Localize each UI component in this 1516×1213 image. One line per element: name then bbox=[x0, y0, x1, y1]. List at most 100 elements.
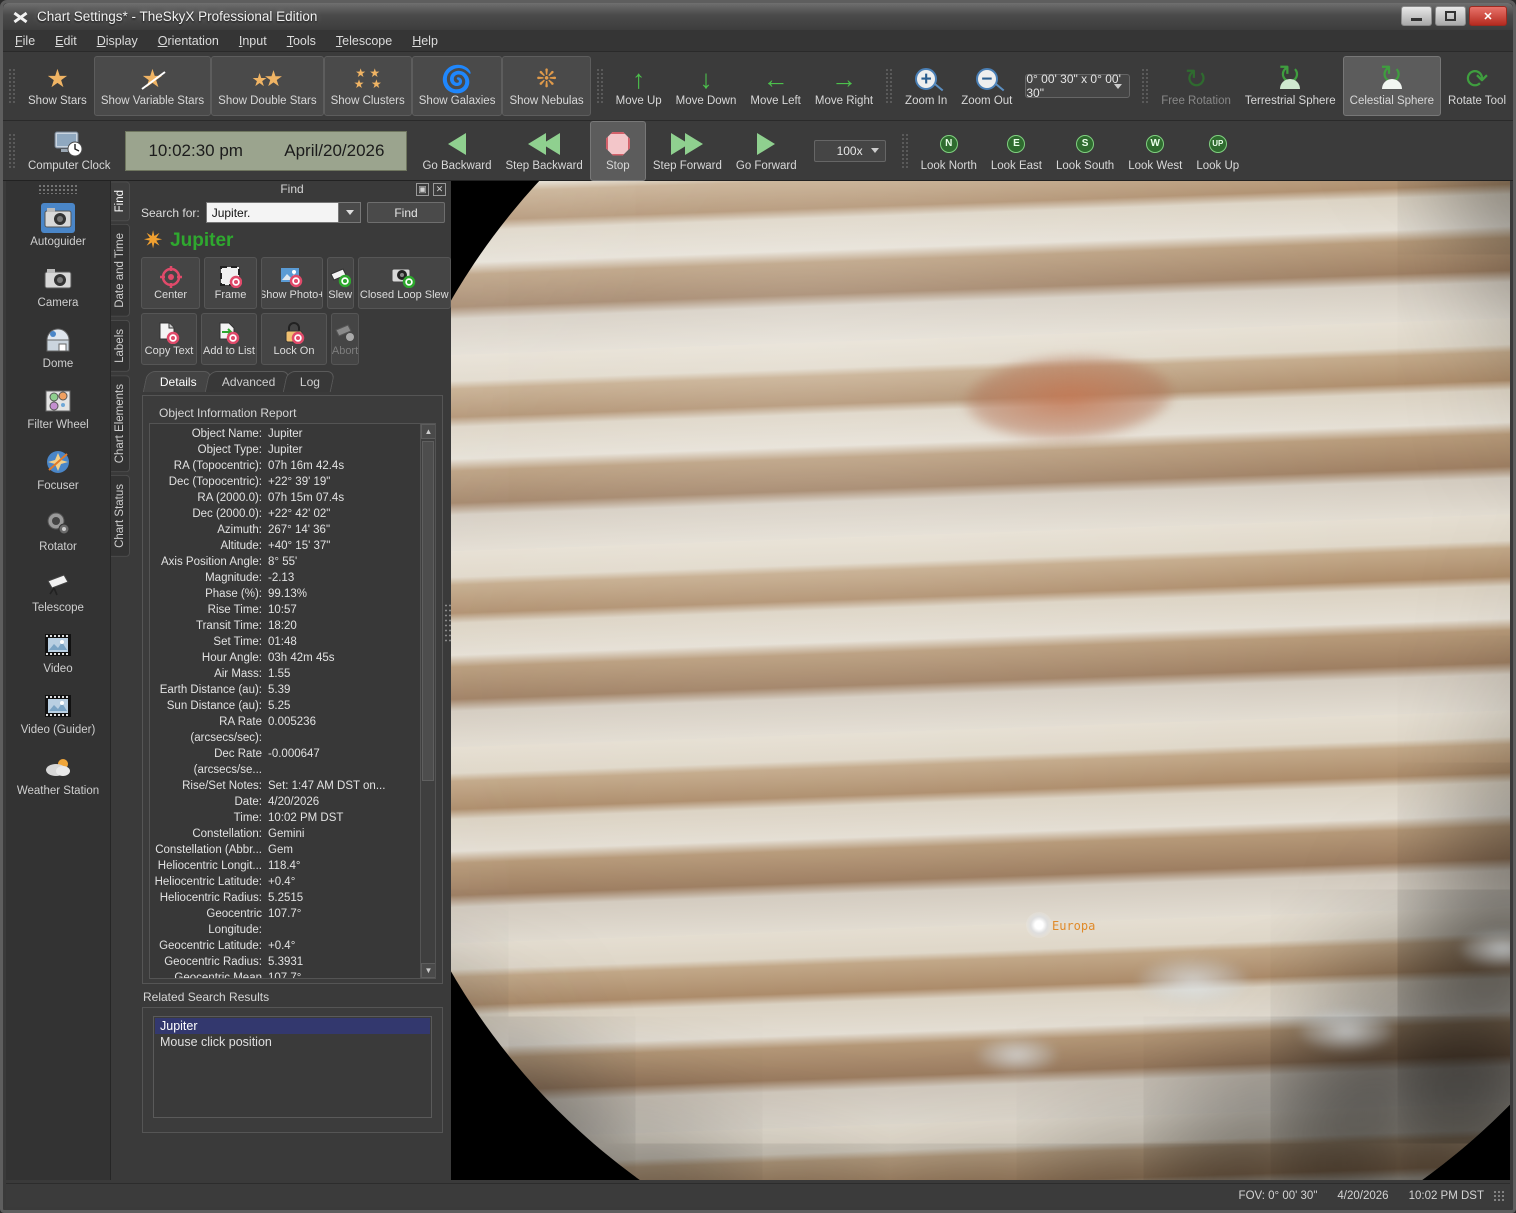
computer-clock-button[interactable]: Computer Clock bbox=[21, 121, 117, 181]
look-button-w[interactable]: W Look West bbox=[1121, 121, 1189, 181]
tab-advanced[interactable]: Advanced bbox=[204, 371, 291, 392]
transport-go-forward[interactable]: Go Forward bbox=[729, 121, 804, 181]
report-row[interactable]: Geocentric Radius: 5.3931 bbox=[150, 954, 419, 970]
report-row[interactable]: Azimuth: 267° 14' 36" bbox=[150, 522, 419, 538]
action-center-button[interactable]: Center bbox=[141, 257, 201, 309]
sidebar-item-video-guider-[interactable]: Video (Guider) bbox=[6, 684, 110, 745]
report-row[interactable]: Dec (Topocentric): +22° 39' 19" bbox=[150, 474, 419, 490]
report-scrollbar[interactable]: ▲ ▼ bbox=[420, 424, 435, 978]
report-row[interactable]: Time: 10:02 PM DST bbox=[150, 810, 419, 826]
report-row[interactable]: Hour Angle: 03h 42m 45s bbox=[150, 650, 419, 666]
toolbar-grip-objects[interactable] bbox=[8, 68, 16, 104]
sidebar-item-rotator[interactable]: Rotator bbox=[6, 501, 110, 562]
report-row[interactable]: Transit Time: 18:20 bbox=[150, 618, 419, 634]
report-row[interactable]: Rise Time: 10:57 bbox=[150, 602, 419, 618]
menu-display[interactable]: Display bbox=[97, 34, 138, 48]
transport-go-backward[interactable]: Go Backward bbox=[415, 121, 498, 181]
scroll-down-button[interactable]: ▼ bbox=[421, 963, 435, 978]
dock-tab-chart-status[interactable]: Chart Status bbox=[111, 475, 130, 558]
find-button[interactable]: Find bbox=[367, 202, 445, 223]
toolbar-button-move-down[interactable]: ↓ Move Down bbox=[669, 56, 744, 116]
action-closed-loop-slew-button[interactable]: Closed Loop Slew bbox=[357, 257, 451, 309]
report-row[interactable]: Geocentric Longitude: 107.7° bbox=[150, 906, 419, 938]
report-row[interactable]: Constellation: Gemini bbox=[150, 826, 419, 842]
result-item[interactable]: Jupiter bbox=[155, 1018, 430, 1034]
report-row[interactable]: Dec (2000.0): +22° 42' 02" bbox=[150, 506, 419, 522]
europa-moon-marker[interactable] bbox=[1026, 912, 1052, 938]
menu-telescope[interactable]: Telescope bbox=[336, 34, 392, 48]
dock-tab-chart-elements[interactable]: Chart Elements bbox=[111, 375, 130, 473]
look-button-s[interactable]: S Look South bbox=[1049, 121, 1121, 181]
undock-icon[interactable]: ▣ bbox=[416, 183, 429, 196]
toolbar-button-terrestrial-sphere[interactable]: ↻ Terrestrial Sphere bbox=[1238, 56, 1343, 116]
sidebar-item-camera[interactable]: Camera bbox=[6, 257, 110, 318]
toolbar-button-show-stars[interactable]: ★ Show Stars bbox=[21, 56, 94, 116]
tab-log[interactable]: Log bbox=[282, 371, 336, 392]
menu-input[interactable]: Input bbox=[239, 34, 267, 48]
report-row[interactable]: Geocentric Mean Lo... 107.7° bbox=[150, 970, 419, 978]
report-row[interactable]: RA (Topocentric): 07h 16m 42.4s bbox=[150, 458, 419, 474]
sidebar-item-filter-wheel[interactable]: Filter Wheel bbox=[6, 379, 110, 440]
menu-file[interactable]: File bbox=[15, 34, 35, 48]
transport-step-backward[interactable]: Step Backward bbox=[498, 121, 589, 181]
report-row[interactable]: RA (2000.0): 07h 15m 07.4s bbox=[150, 490, 419, 506]
resize-grip[interactable] bbox=[1493, 1190, 1505, 1202]
time-speed-select[interactable]: 100x bbox=[813, 139, 886, 162]
toolbar-button-show-double-stars[interactable]: ★★ Show Double Stars bbox=[211, 56, 324, 116]
look-button-up[interactable]: UP Look Up bbox=[1189, 121, 1246, 181]
toolbar-button-move-left[interactable]: ← Move Left bbox=[743, 56, 808, 116]
result-item[interactable]: Mouse click position bbox=[155, 1034, 430, 1050]
action-slew-button[interactable]: Slew bbox=[326, 257, 354, 309]
menu-help[interactable]: Help bbox=[412, 34, 438, 48]
report-row[interactable]: Object Name: Jupiter bbox=[150, 426, 419, 442]
europa-chart-label[interactable]: Europa bbox=[1052, 919, 1095, 933]
report-row[interactable]: Sun Distance (au): 5.25 bbox=[150, 698, 419, 714]
report-row[interactable]: Geocentric Latitude: +0.4° bbox=[150, 938, 419, 954]
report-row[interactable]: Date: 4/20/2026 bbox=[150, 794, 419, 810]
sidebar-item-video[interactable]: Video bbox=[6, 623, 110, 684]
maximize-button[interactable] bbox=[1435, 6, 1466, 26]
report-row[interactable]: Set Time: 01:48 bbox=[150, 634, 419, 650]
report-row[interactable]: Object Type: Jupiter bbox=[150, 442, 419, 458]
action-add-to-list-button[interactable]: Add to List bbox=[201, 313, 257, 365]
sidebar-item-autoguider[interactable]: Autoguider bbox=[6, 196, 110, 257]
report-row[interactable]: Heliocentric Longit... 118.4° bbox=[150, 858, 419, 874]
fov-select[interactable]: 0° 00' 30" x 0° 00' 30" bbox=[1025, 72, 1131, 100]
report-row[interactable]: Rise/Set Notes: Set: 1:47 AM DST on... bbox=[150, 778, 419, 794]
transport-step-forward[interactable]: Step Forward bbox=[646, 121, 729, 181]
close-button[interactable]: ✕ bbox=[1469, 6, 1507, 26]
dock-tab-find[interactable]: Find bbox=[111, 181, 130, 222]
toolbar-button-move-right[interactable]: → Move Right bbox=[808, 56, 880, 116]
report-row[interactable]: Heliocentric Radius: 5.2515 bbox=[150, 890, 419, 906]
report-row[interactable]: Phase (%): 99.13% bbox=[150, 586, 419, 602]
close-icon[interactable]: ✕ bbox=[433, 183, 446, 196]
toolbar-button-celestial-sphere[interactable]: ↻ Celestial Sphere bbox=[1342, 56, 1442, 116]
minimize-button[interactable] bbox=[1401, 6, 1432, 26]
sidebar-item-dome[interactable]: Dome bbox=[6, 318, 110, 379]
sidebar-item-focuser[interactable]: Focuser bbox=[6, 440, 110, 501]
toolbar-button-free-rotation[interactable]: ↻ Free Rotation bbox=[1154, 56, 1238, 116]
scroll-thumb[interactable] bbox=[422, 441, 434, 781]
toolbar-grip-10[interactable] bbox=[885, 68, 894, 104]
toolbar-button-show-clusters[interactable]: ★ ★ ★ ★ Show Clusters bbox=[323, 56, 412, 116]
toolbar-button-show-galaxies[interactable]: 🌀 Show Galaxies bbox=[411, 56, 503, 116]
action-copy-text-button[interactable]: Copy Text bbox=[141, 313, 197, 365]
sky-chart-view[interactable]: Jupiter Europa bbox=[451, 181, 1510, 1180]
report-row[interactable]: RA Rate (arcsecs/sec): 0.005236 bbox=[150, 714, 419, 746]
toolbar-button-rotate-tool[interactable]: ⟳ Rotate Tool bbox=[1441, 56, 1513, 116]
object-information-report[interactable]: Object Name: Jupiter Object Type: Jupiter RA… bbox=[149, 423, 436, 979]
report-row[interactable]: Axis Position Angle: 8° 55' bbox=[150, 554, 419, 570]
menu-edit[interactable]: Edit bbox=[55, 34, 77, 48]
action-frame-button[interactable]: Frame bbox=[204, 257, 257, 309]
clock-display[interactable]: 10:02:30 pm April/20/2026 bbox=[125, 130, 408, 171]
toolbar-button-show-variable-stars[interactable]: ★ Show Variable Stars bbox=[93, 56, 212, 116]
report-row[interactable]: Magnitude: -2.13 bbox=[150, 570, 419, 586]
toolbar-grip-2[interactable] bbox=[900, 132, 909, 169]
tab-details[interactable]: Details bbox=[142, 371, 212, 392]
related-search-results-list[interactable]: Jupiter Mouse click position bbox=[153, 1016, 432, 1118]
report-row[interactable]: Constellation (Abbr... Gem bbox=[150, 842, 419, 858]
dock-tab-labels[interactable]: Labels bbox=[111, 320, 130, 373]
panel-splitter[interactable] bbox=[444, 603, 451, 643]
look-button-n[interactable]: N Look North bbox=[914, 121, 984, 181]
toolbar-grip-6[interactable] bbox=[595, 68, 604, 104]
